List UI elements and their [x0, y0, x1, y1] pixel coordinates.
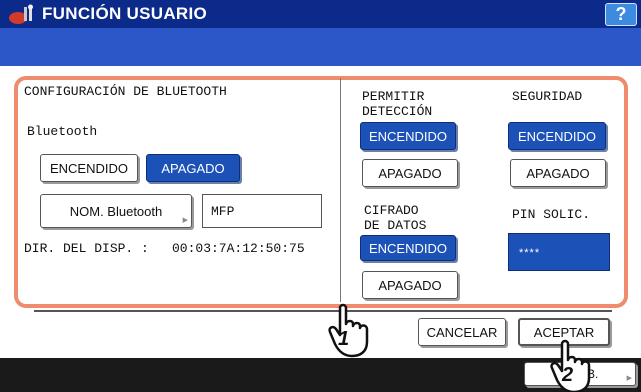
bluetooth-off-button[interactable]: APAGADO: [146, 154, 240, 182]
encryption-on-button[interactable]: ENCENDIDO: [360, 235, 456, 261]
bluetooth-settings-panel: [14, 76, 628, 308]
step-2-number: 2: [562, 364, 574, 386]
user-function-icon: [9, 4, 33, 24]
help-button[interactable]: ?: [605, 3, 637, 26]
triangle-right-icon: ▶: [182, 217, 188, 224]
encryption-off-button[interactable]: APAGADO: [362, 271, 458, 299]
device-address-label: DIR. DEL DISP. :: [24, 241, 149, 256]
discovery-off-button[interactable]: APAGADO: [362, 159, 458, 187]
security-off-button[interactable]: APAGADO: [510, 159, 606, 187]
pin-label: PIN SOLIC.: [512, 207, 591, 222]
security-on-button[interactable]: ENCENDIDO: [508, 122, 606, 150]
encryption-label: CIFRADO DE DATOS: [364, 203, 427, 233]
triangle-right-icon: ▶: [626, 375, 632, 382]
panel-divider: [340, 78, 341, 302]
bluetooth-name-button-label: NOM. Bluetooth: [69, 203, 163, 219]
section-title: CONFIGURACIÓN DE BLUETOOTH: [24, 84, 227, 99]
title-bar: FUNCIÓN USUARIO ?: [0, 0, 641, 28]
security-label: SEGURIDAD: [512, 89, 583, 104]
bluetooth-label: Bluetooth: [27, 124, 98, 139]
bluetooth-name-field: MFP: [202, 194, 322, 228]
device-address-value: 00:03:7A:12:50:75: [172, 241, 305, 256]
pin-field[interactable]: ****: [508, 233, 610, 271]
page-title: FUNCIÓN USUARIO: [42, 4, 208, 23]
action-divider: [34, 310, 612, 312]
cancel-button[interactable]: CANCELAR: [418, 318, 506, 346]
bluetooth-name-button[interactable]: NOM. Bluetooth ▶: [40, 194, 192, 228]
discovery-on-button[interactable]: ENCENDIDO: [360, 122, 456, 150]
discovery-label: PERMITIR DETECCIÓN: [362, 89, 433, 119]
pointing-hand-icon: [328, 303, 369, 358]
step-1-number: 1: [338, 328, 350, 350]
bluetooth-on-button[interactable]: ENCENDIDO: [40, 154, 138, 182]
message-bar: [0, 28, 641, 66]
